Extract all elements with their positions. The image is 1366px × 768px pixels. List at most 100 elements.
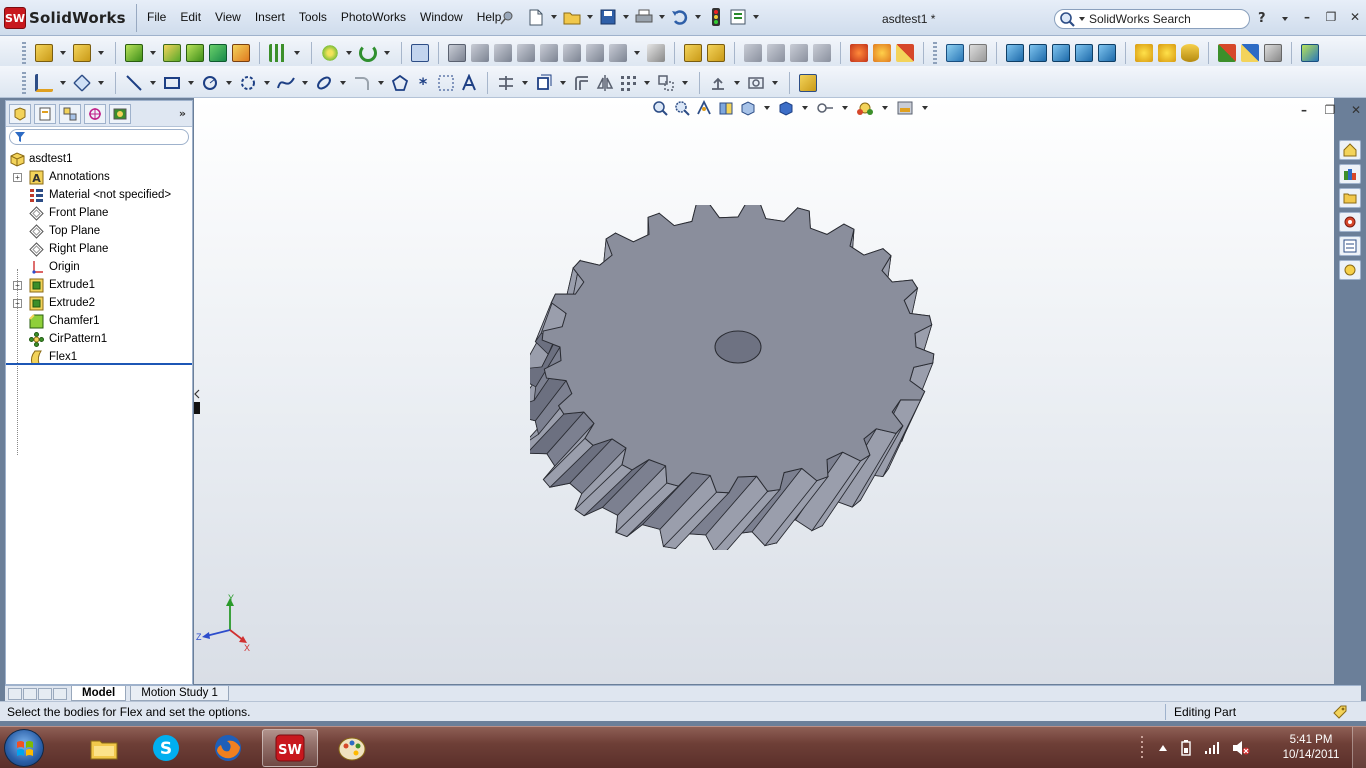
- taskbar-explorer[interactable]: [76, 729, 132, 767]
- tooling-split-icon[interactable]: [563, 44, 581, 62]
- instant3d-icon[interactable]: [411, 44, 429, 62]
- menu-view[interactable]: View: [208, 10, 248, 24]
- convert-entities-icon[interactable]: [535, 74, 553, 92]
- taskbar-clock[interactable]: 5:41 PM 10/14/2011: [1278, 733, 1344, 763]
- tree-root-part[interactable]: asdtest1: [6, 150, 192, 168]
- search-dropdown-icon[interactable]: [1079, 17, 1085, 21]
- ellipse-dropdown-icon[interactable]: [340, 81, 346, 85]
- construction-geometry-icon[interactable]: [437, 74, 455, 92]
- freeform-icon[interactable]: [896, 44, 914, 62]
- viewport-close-button[interactable]: ✕: [1349, 103, 1363, 117]
- pin-menu-icon[interactable]: [500, 11, 514, 25]
- feature-tree-filter[interactable]: [9, 129, 189, 145]
- display-style-dropdown-icon[interactable]: [802, 106, 808, 110]
- view-palette-icon[interactable]: [1301, 44, 1319, 62]
- core-icon[interactable]: [586, 44, 604, 62]
- close-button[interactable]: ✕: [1348, 10, 1362, 24]
- helical-gear-model[interactable]: [530, 205, 950, 550]
- rectangle-dropdown-icon[interactable]: [188, 81, 194, 85]
- fillet-sketch-icon[interactable]: [353, 74, 371, 92]
- circle-dropdown-icon[interactable]: [226, 81, 232, 85]
- menu-file[interactable]: File: [140, 10, 173, 24]
- display-manager-tab[interactable]: [109, 103, 131, 124]
- featuremanager-tab[interactable]: [9, 103, 31, 124]
- hide-show-items-icon[interactable]: [816, 100, 834, 116]
- taskbar-solidworks[interactable]: SW: [262, 729, 318, 767]
- linear-pattern-icon[interactable]: [269, 44, 287, 62]
- extruded-cut-icon[interactable]: [73, 44, 91, 62]
- minimize-button[interactable]: –: [1300, 10, 1314, 24]
- tree-item-extrude1[interactable]: + Extrude1: [6, 276, 192, 294]
- solidworks-resources-icon[interactable]: [1339, 140, 1361, 160]
- save-dropdown-icon[interactable]: [623, 15, 629, 19]
- taskbar-paint[interactable]: [324, 729, 380, 767]
- expand-panel-icon[interactable]: »: [179, 107, 186, 120]
- network-signal-icon[interactable]: [1204, 741, 1220, 755]
- solidworks-search-box[interactable]: SolidWorks Search: [1054, 9, 1250, 29]
- solidworks-logo[interactable]: SW SolidWorks: [4, 6, 126, 30]
- file-explorer-icon[interactable]: [1264, 44, 1282, 62]
- text-sketch-icon[interactable]: [460, 74, 478, 92]
- flex-icon[interactable]: [850, 44, 868, 62]
- dimension-dropdown-icon[interactable]: [98, 81, 104, 85]
- parting-surface-icon[interactable]: [517, 44, 535, 62]
- help-dropdown-icon[interactable]: [1282, 17, 1288, 21]
- viewport-minimize-button[interactable]: –: [1297, 103, 1311, 117]
- parting-line-icon[interactable]: [471, 44, 489, 62]
- zoom-to-fit-icon[interactable]: [652, 100, 668, 116]
- cut-dropdown-icon[interactable]: [98, 51, 104, 55]
- display-relations-icon[interactable]: [709, 74, 727, 92]
- scene-dropdown-icon[interactable]: [922, 106, 928, 110]
- toolbar-grip[interactable]: [933, 42, 937, 64]
- battery-icon[interactable]: [1180, 740, 1192, 756]
- open-dropdown-icon[interactable]: [587, 15, 593, 19]
- propertymanager-tab[interactable]: [34, 103, 56, 124]
- fillet-icon[interactable]: [125, 44, 143, 62]
- rebuild-traffic-light-icon[interactable]: [707, 8, 725, 26]
- print-icon[interactable]: [635, 8, 653, 26]
- tree-item-chamfer1[interactable]: Chamfer1: [6, 312, 192, 330]
- menu-edit[interactable]: Edit: [173, 10, 208, 24]
- fillet-dropdown-icon[interactable]: [150, 51, 156, 55]
- smart-dimension-icon[interactable]: [73, 74, 91, 92]
- insert-mold-folders-icon[interactable]: [684, 44, 702, 62]
- panel-splitter-handle[interactable]: [193, 388, 201, 416]
- ruled-surface-icon[interactable]: [540, 44, 558, 62]
- dome-icon[interactable]: [232, 44, 250, 62]
- last-tab-button[interactable]: [53, 687, 67, 700]
- move-dropdown-icon[interactable]: [682, 81, 688, 85]
- convert-dropdown-icon[interactable]: [560, 81, 566, 85]
- lights-icon[interactable]: [1135, 44, 1153, 62]
- repair-dropdown-icon[interactable]: [772, 81, 778, 85]
- tab-motion-study[interactable]: Motion Study 1: [130, 686, 229, 701]
- appearances-scenes-tab-icon[interactable]: [1339, 260, 1361, 280]
- tree-item-top-plane[interactable]: Top Plane: [6, 222, 192, 240]
- sketch-icon[interactable]: [35, 74, 53, 92]
- tag-icon[interactable]: [1332, 704, 1348, 720]
- tree-item-cirpattern1[interactable]: CirPattern1: [6, 330, 192, 348]
- view-palette-tab-icon[interactable]: [1339, 236, 1361, 256]
- sketch-dropdown-icon[interactable]: [60, 81, 66, 85]
- tab-model[interactable]: Model: [71, 686, 127, 701]
- new-document-icon[interactable]: [527, 8, 545, 26]
- viewport-restore-button[interactable]: ❐: [1323, 103, 1337, 117]
- next-tab-button[interactable]: [38, 687, 52, 700]
- draft-analysis-icon[interactable]: [744, 44, 762, 62]
- mold-tools-icon[interactable]: [448, 44, 466, 62]
- rollback-bar[interactable]: [6, 363, 192, 365]
- tree-item-extrude2[interactable]: + Extrude2: [6, 294, 192, 312]
- decal-icon[interactable]: [1098, 44, 1116, 62]
- previous-tab-button[interactable]: [23, 687, 37, 700]
- deform-icon[interactable]: [873, 44, 891, 62]
- undercut-detection-icon[interactable]: [767, 44, 785, 62]
- line-icon[interactable]: [125, 74, 143, 92]
- design-library-icon[interactable]: [1241, 44, 1259, 62]
- rectangle-icon[interactable]: [163, 74, 181, 92]
- undo-dropdown-icon[interactable]: [695, 15, 701, 19]
- previous-view-icon[interactable]: [696, 100, 712, 116]
- arc-icon[interactable]: [239, 74, 257, 92]
- point-icon[interactable]: *: [414, 74, 432, 93]
- print-dropdown-icon[interactable]: [659, 15, 665, 19]
- rib-icon[interactable]: [163, 44, 181, 62]
- shut-off-surface-icon[interactable]: [494, 44, 512, 62]
